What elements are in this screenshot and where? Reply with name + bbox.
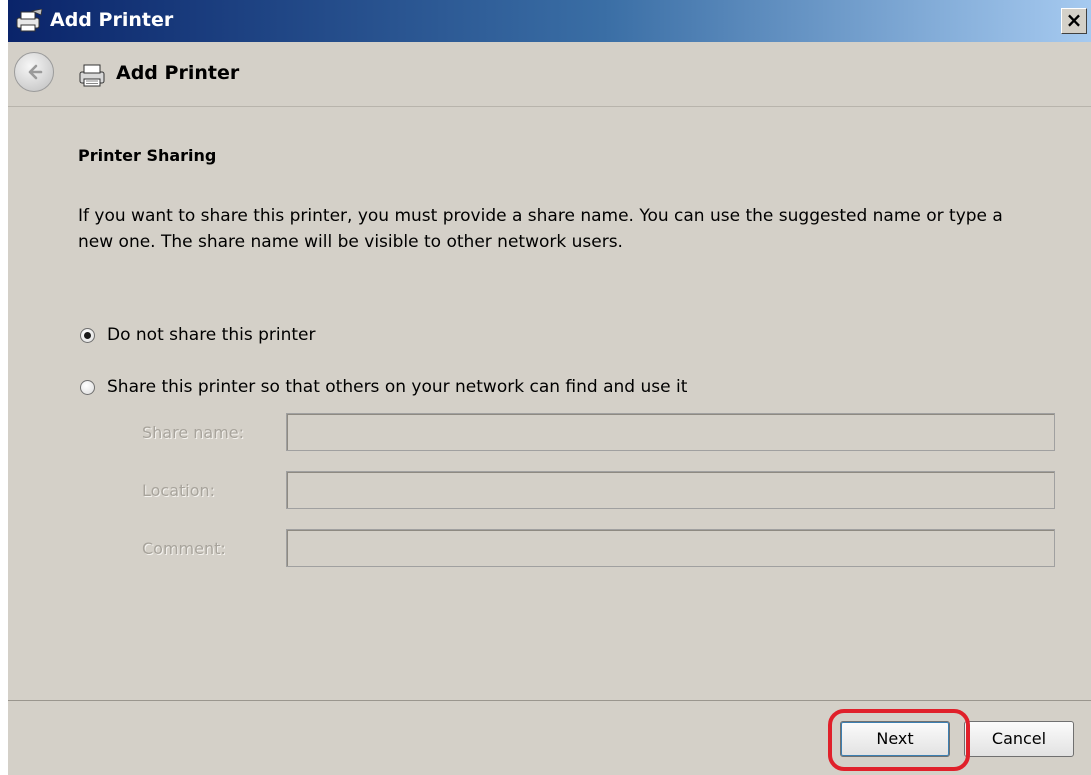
- add-printer-window: Add Printer × Add Printer Printer Sharin…: [8, 0, 1091, 775]
- location-label: Location:: [142, 481, 216, 500]
- cancel-button[interactable]: Cancel: [964, 721, 1074, 757]
- page-description: If you want to share this printer, you m…: [78, 206, 1003, 252]
- back-arrow-icon: [28, 64, 43, 80]
- next-button[interactable]: Next: [840, 721, 950, 757]
- share-name-label: Share name:: [142, 423, 245, 442]
- page-heading: Printer Sharing: [78, 146, 217, 165]
- button-bar: Next Cancel: [8, 701, 1091, 775]
- wizard-content: Printer Sharing If you want to share thi…: [8, 106, 1091, 701]
- navigation-bar: Add Printer: [8, 42, 1091, 106]
- back-button[interactable]: [14, 52, 54, 92]
- printer-icon: [79, 64, 105, 87]
- location-input[interactable]: [286, 471, 1055, 509]
- wizard-title: Add Printer: [116, 62, 240, 84]
- window-title: Add Printer: [50, 9, 174, 31]
- close-button[interactable]: ×: [1061, 8, 1087, 34]
- option-do-not-share[interactable]: Do not share this printer: [80, 325, 315, 345]
- option-label: Share this printer so that others on you…: [107, 377, 688, 397]
- option-label: Do not share this printer: [107, 325, 316, 345]
- option-share-printer[interactable]: Share this printer so that others on you…: [80, 377, 687, 397]
- radio-button-unchecked[interactable]: [80, 379, 95, 395]
- printer-icon: [16, 9, 43, 32]
- radio-button-checked[interactable]: [80, 327, 95, 343]
- comment-input[interactable]: [286, 529, 1055, 567]
- title-bar[interactable]: Add Printer ×: [8, 0, 1091, 42]
- comment-label: Comment:: [142, 539, 226, 558]
- share-name-input[interactable]: [286, 413, 1055, 451]
